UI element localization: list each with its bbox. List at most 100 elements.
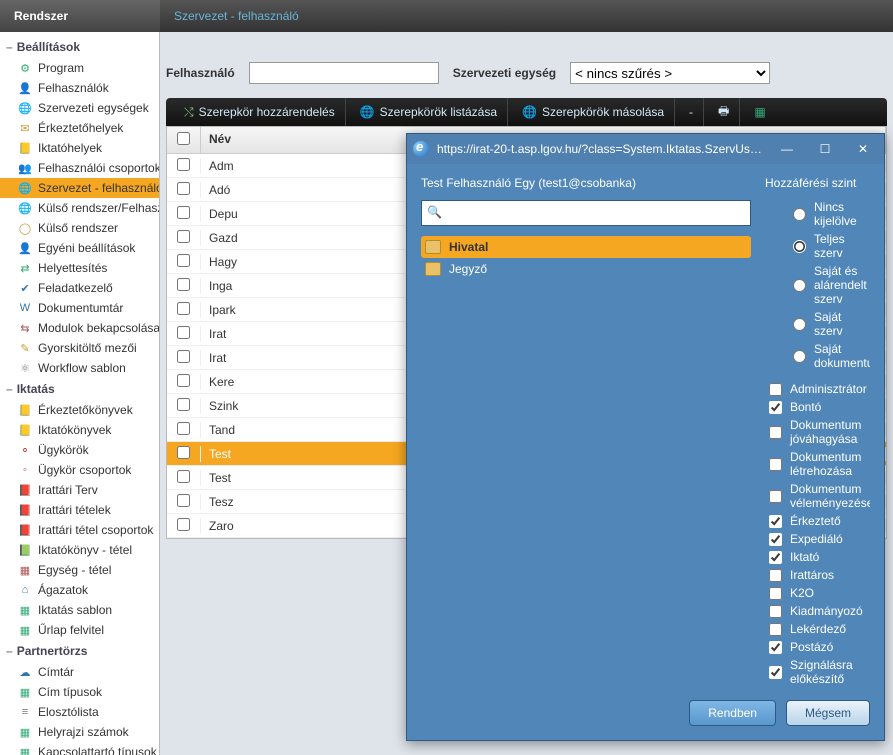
access-option-2[interactable]: Saját és alárendelt szerv [765,262,866,308]
row-check[interactable] [167,206,201,222]
radio-input[interactable] [793,350,806,363]
role-check-6[interactable]: Expediáló [765,530,866,548]
row-check[interactable] [167,278,201,294]
toolbar-excel[interactable]: ▦ [744,98,775,126]
sidebar-item-0-3[interactable]: ✉Érkeztetőhelyek [0,118,159,138]
sidebar-item-1-5[interactable]: 📕Irattári tételek [0,500,159,520]
row-check[interactable] [167,230,201,246]
checkbox-input[interactable] [769,641,782,654]
sidebar-item-0-2[interactable]: 🌐Szervezeti egységek [0,98,159,118]
checkbox-input[interactable] [769,605,782,618]
role-check-10[interactable]: Kiadmányozó [765,602,866,620]
maximize-button[interactable]: ☐ [810,138,840,160]
sidebar-item-0-7[interactable]: 🌐Külső rendszer/Felhasz [0,198,159,218]
access-option-1[interactable]: Teljes szerv [765,230,866,262]
sidebar-item-1-10[interactable]: ▦Iktatás sablon [0,600,159,620]
radio-input[interactable] [793,240,806,253]
role-check-12[interactable]: Postázó [765,638,866,656]
row-check[interactable] [167,182,201,198]
checkbox-input[interactable] [769,666,782,679]
ok-button[interactable]: Rendben [689,700,776,726]
sidebar-item-1-9[interactable]: ⌂Ágazatok [0,580,159,600]
checkbox-input[interactable] [769,587,782,600]
sidebar-item-0-10[interactable]: ⇄Helyettesítés [0,258,159,278]
sidebar-group-1[interactable]: –Iktatás [0,378,159,400]
sidebar-group-0[interactable]: –Beállítások [0,36,159,58]
sidebar-item-2-1[interactable]: ▦Cím típusok [0,682,159,702]
sidebar-item-0-1[interactable]: 👤Felhasználók [0,78,159,98]
role-check-9[interactable]: K2O [765,584,866,602]
row-check[interactable] [167,326,201,342]
row-check[interactable] [167,158,201,174]
sidebar-item-1-11[interactable]: ▦Űrlap felvitel [0,620,159,640]
checkbox-input[interactable] [769,569,782,582]
row-check[interactable] [167,446,201,462]
select-all-checkbox[interactable] [177,132,190,145]
toolbar-print[interactable]: 🖶 [708,98,740,126]
row-check[interactable] [167,302,201,318]
sidebar-item-2-0[interactable]: ☁Címtár [0,662,159,682]
row-check[interactable] [167,398,201,414]
access-option-3[interactable]: Saját szerv [765,308,866,340]
filter-org-select[interactable]: < nincs szűrés > [570,62,770,84]
sidebar-group-2[interactable]: –Partnertörzs [0,640,159,662]
tree-item-0[interactable]: Hivatal [421,236,751,258]
toolbar-assign[interactable]: ⤭ Szerepkör hozzárendelés [174,98,346,126]
close-button[interactable]: ✕ [848,138,878,160]
role-check-1[interactable]: Bontó [765,398,866,416]
sidebar-item-1-8[interactable]: ▦Egység - tétel [0,560,159,580]
system-menu[interactable]: Rendszer [0,0,160,32]
role-check-3[interactable]: Dokumentum létrehozása [765,448,866,480]
sidebar-item-1-7[interactable]: 📗Iktatókönyv - tétel [0,540,159,560]
sidebar-item-2-3[interactable]: ▦Helyrajzi számok [0,722,159,742]
row-check[interactable] [167,374,201,390]
tree-item-1[interactable]: Jegyző [421,258,751,280]
checkbox-input[interactable] [769,401,782,414]
sidebar-item-0-4[interactable]: 📒Iktatóhelyek [0,138,159,158]
checkbox-input[interactable] [769,490,782,503]
tree-search-input[interactable] [421,200,751,226]
access-option-0[interactable]: Nincs kijelölve [765,198,866,230]
row-check[interactable] [167,254,201,270]
role-check-13[interactable]: Szignálásra előkészítő [765,656,866,686]
checkbox-input[interactable] [769,383,782,396]
radio-input[interactable] [793,318,806,331]
sidebar-item-0-14[interactable]: ✎Gyorskitöltő mezői [0,338,159,358]
sidebar-item-1-2[interactable]: ⚬Ügykörök [0,440,159,460]
row-check[interactable] [167,350,201,366]
role-check-7[interactable]: Iktató [765,548,866,566]
filter-user-input[interactable] [249,62,439,84]
role-check-0[interactable]: Adminisztrátor [765,380,866,398]
grid-header-check[interactable] [167,127,201,153]
role-check-4[interactable]: Dokumentum véleményezése [765,480,866,512]
checkbox-input[interactable] [769,623,782,636]
checkbox-input[interactable] [769,458,782,471]
sidebar-item-0-15[interactable]: ⚛Workflow sablon [0,358,159,378]
cancel-button[interactable]: Mégsem [786,700,870,726]
sidebar-item-0-8[interactable]: ◯Külső rendszer [0,218,159,238]
sidebar-item-0-12[interactable]: WDokumentumtár [0,298,159,318]
minimize-button[interactable]: — [772,138,802,160]
sidebar-item-0-5[interactable]: 👥Felhasználói csoportok [0,158,159,178]
role-check-11[interactable]: Lekérdező [765,620,866,638]
role-check-2[interactable]: Dokumentum jóváhagyása [765,416,866,448]
checkbox-input[interactable] [769,533,782,546]
sidebar-item-2-4[interactable]: ▦Kapcsolattartó típusok [0,742,159,755]
sidebar-item-1-6[interactable]: 📕Irattári tétel csoportok [0,520,159,540]
radio-input[interactable] [793,208,806,221]
sidebar-item-0-6[interactable]: 🌐Szervezet - felhasználó [0,178,159,198]
sidebar-item-0-13[interactable]: ⇆Modulok bekapcsolása [0,318,159,338]
row-check[interactable] [167,422,201,438]
row-check[interactable] [167,470,201,486]
dialog-titlebar[interactable]: https://irat-20-t.asp.lgov.hu/?class=Sys… [407,134,884,164]
sidebar-item-0-0[interactable]: ⚙Program [0,58,159,78]
role-check-5[interactable]: Érkeztető [765,512,866,530]
toolbar-copy[interactable]: 🌐 Szerepkörök másolása [512,98,675,126]
sidebar-item-0-11[interactable]: ✔Feladatkezelő [0,278,159,298]
checkbox-input[interactable] [769,551,782,564]
row-check[interactable] [167,494,201,510]
checkbox-input[interactable] [769,515,782,528]
radio-input[interactable] [793,279,806,292]
sidebar-item-1-4[interactable]: 📕Irattári Terv [0,480,159,500]
sidebar-item-0-9[interactable]: 👤Egyéni beállítások [0,238,159,258]
